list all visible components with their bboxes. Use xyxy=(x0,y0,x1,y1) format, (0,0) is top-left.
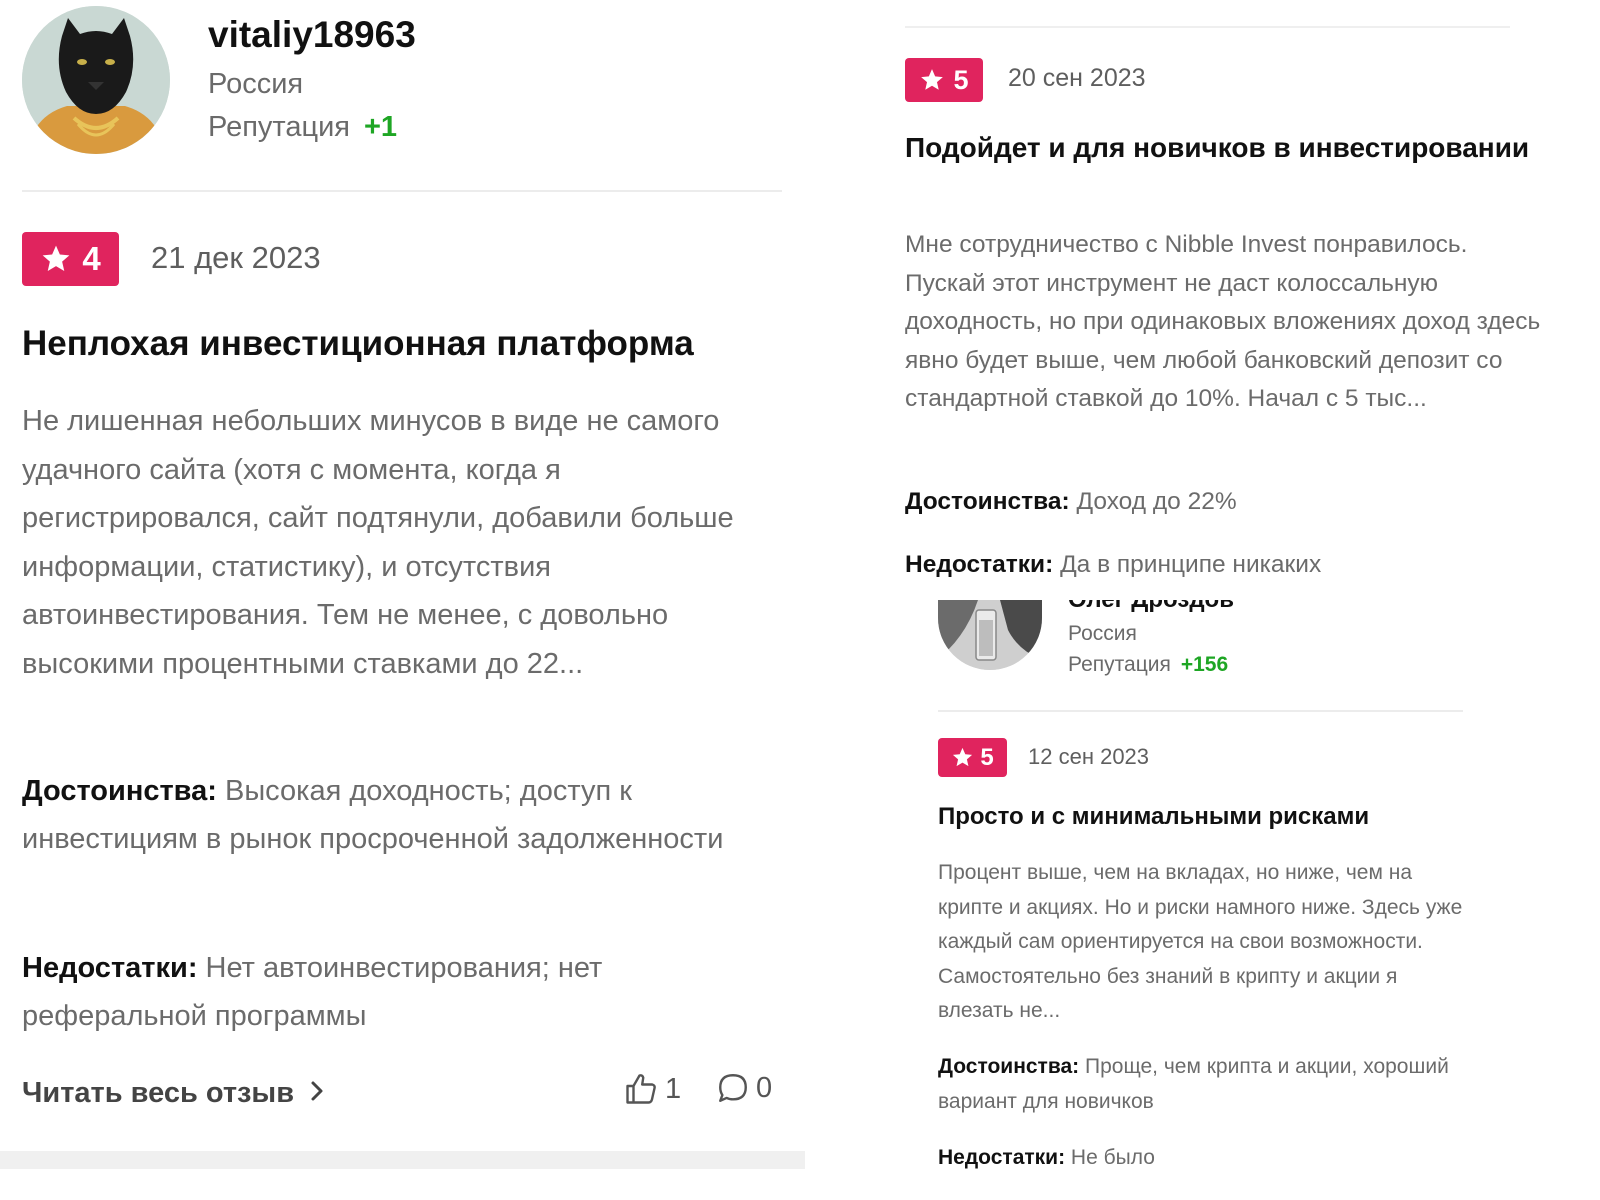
read-more-label: Читать весь отзыв xyxy=(22,1077,295,1109)
read-full-review-link[interactable]: Читать весь отзыв xyxy=(22,1077,324,1110)
review-title[interactable]: Подойдет и для новичков в инвестировании xyxy=(905,130,1545,165)
divider xyxy=(22,190,782,192)
review-pros: Достоинства: Высокая доходность; доступ … xyxy=(22,767,782,863)
reputation-value: +1 xyxy=(364,111,398,143)
star-icon xyxy=(921,69,944,90)
author-username[interactable]: vitaliy18963 xyxy=(208,14,416,56)
avatar[interactable] xyxy=(22,6,170,154)
left-review-card: vitaliy18963 Россия Репутация +1 4 21 дек… xyxy=(0,0,805,1200)
author-username[interactable]: Олег Дроздов xyxy=(1068,600,1234,612)
comment-icon xyxy=(719,1074,747,1102)
reviews-page: vitaliy18963 Россия Репутация +1 4 21 дек… xyxy=(0,0,1600,1200)
review-pros: Достоинства: Проще, чем крипта и акции, … xyxy=(938,1050,1478,1119)
reputation-label: Репутация xyxy=(1068,653,1171,676)
star-icon xyxy=(42,245,70,271)
review-cons: Недостатки: Нет автоинвестирования; нет … xyxy=(22,944,782,1040)
comments-button[interactable]: 0 xyxy=(716,1071,772,1105)
rating-value: 4 xyxy=(82,240,101,277)
cons-text: Да в принципе никаких xyxy=(1060,551,1322,578)
divider xyxy=(938,710,1463,712)
reputation-value: +156 xyxy=(1180,653,1229,676)
author-name-clip: Олег Дроздов xyxy=(1068,600,1368,612)
rating-badge: 5 xyxy=(938,738,1007,777)
review-date: 20 сен 2023 xyxy=(1008,64,1146,92)
author-reputation: Репутация +156 xyxy=(1068,653,1228,677)
pros-label: Достоинства: xyxy=(938,1055,1080,1078)
pros-label: Достоинства: xyxy=(22,775,217,807)
pros-label: Достоинства: xyxy=(905,488,1070,515)
review-pros: Достоинства: Доход до 22% xyxy=(905,488,1237,516)
rating-value: 5 xyxy=(953,64,969,95)
cons-text: Не было xyxy=(1070,1146,1155,1169)
reputation-label: Репутация xyxy=(208,111,350,143)
star-icon xyxy=(953,747,973,767)
chevron-right-icon xyxy=(310,1078,324,1109)
rating-badge: 5 xyxy=(905,58,983,102)
author-country: Россия xyxy=(208,68,304,100)
review-cons: Недостатки: Да в принципе никаких xyxy=(905,551,1321,579)
section-separator xyxy=(0,1151,805,1169)
review-title[interactable]: Просто и с минимальными рисками xyxy=(938,803,1369,831)
like-button[interactable]: 1 xyxy=(623,1071,681,1107)
cons-label: Недостатки: xyxy=(938,1146,1066,1169)
likes-count: 1 xyxy=(665,1072,682,1105)
panther-avatar-icon xyxy=(22,6,170,154)
cons-label: Недостатки: xyxy=(22,952,198,984)
review-text: Не лишенная небольших минусов в виде не … xyxy=(22,405,734,680)
right-reviews: 5 20 сен 2023 Подойдет и для новичков в … xyxy=(805,0,1600,1200)
cons-label: Недостатки: xyxy=(905,551,1054,578)
author-country: Россия xyxy=(1068,622,1137,645)
pros-text: Доход до 22% xyxy=(1076,488,1237,515)
review-title[interactable]: Неплохая инвестиционная платформа xyxy=(22,324,694,364)
photo-avatar-icon xyxy=(938,600,1042,670)
review-text: Мне сотрудничество с Nibble Invest понра… xyxy=(905,231,1541,412)
divider xyxy=(905,26,1510,28)
review-cons: Недостатки: Не было xyxy=(938,1146,1155,1170)
review-text: Процент выше, чем на вкладах, но ниже, ч… xyxy=(938,861,1463,1022)
review-date: 12 сен 2023 xyxy=(1028,744,1150,769)
comments-count: 0 xyxy=(756,1071,773,1104)
author-reputation: Репутация +1 xyxy=(208,111,397,144)
review-date: 21 дек 2023 xyxy=(151,240,321,275)
rating-badge: 4 xyxy=(22,232,119,286)
thumbs-up-icon xyxy=(626,1074,656,1104)
rating-value: 5 xyxy=(980,743,994,771)
avatar[interactable] xyxy=(938,600,1042,670)
